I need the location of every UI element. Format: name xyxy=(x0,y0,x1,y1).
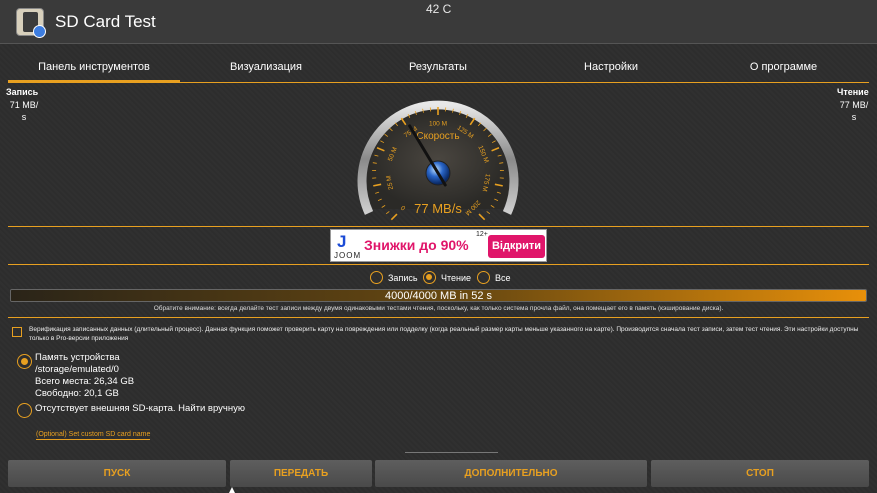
storage-name: Память устройства xyxy=(35,352,120,363)
read-value-line1: 77 MB/ xyxy=(839,100,869,110)
mouse-cursor-icon xyxy=(229,487,235,493)
cache-note: Обратите внимание: всегда делайте тест з… xyxy=(153,305,724,312)
sd-card-app-icon xyxy=(16,8,46,38)
tab-settings[interactable]: Настройки xyxy=(524,52,698,82)
app-window: SD Card Test 42 C Панель инструментов Ви… xyxy=(0,0,877,493)
read-value: 77 MB/ s xyxy=(836,99,872,123)
joom-logo-letter: J xyxy=(337,232,347,251)
mode-all-radio[interactable] xyxy=(477,271,490,284)
device-storage-radio[interactable] xyxy=(17,354,32,369)
more-button[interactable]: ДОПОЛНИТЕЛЬНО xyxy=(375,460,647,487)
send-button[interactable]: ПЕРЕДАТЬ xyxy=(230,460,372,487)
storage-path: /storage/emulated/0 xyxy=(35,364,119,375)
verification-text: Верификация записанных данных (длительны… xyxy=(29,326,859,342)
storage-free: Свободно: 20,1 GB xyxy=(35,388,119,399)
stop-button[interactable]: СТОП xyxy=(651,460,869,487)
tab-dashboard[interactable]: Панель инструментов xyxy=(8,52,180,82)
gauge-major-tick xyxy=(390,213,398,221)
mode-all-label[interactable]: Все xyxy=(495,273,511,283)
ad-open-button[interactable]: Відкрити xyxy=(488,235,545,258)
write-label: Запись xyxy=(6,87,39,97)
tab-bar: Панель инструментов Визуализация Результ… xyxy=(0,52,877,82)
gauge-value: 77 MB/s xyxy=(414,201,462,216)
temperature-readout: 42 C xyxy=(426,2,452,16)
app-title: SD Card Test xyxy=(55,12,156,31)
advertisement-banner[interactable]: J JOOM Знижки до 90% 12+ Відкрити xyxy=(330,229,547,262)
mode-write-label[interactable]: Запись xyxy=(388,273,418,283)
tab-about[interactable]: О программе xyxy=(698,52,869,82)
storage-total: Всего места: 26,34 GB xyxy=(35,376,135,387)
tab-divider xyxy=(8,82,869,83)
divider xyxy=(8,264,869,265)
mode-write-radio[interactable] xyxy=(370,271,383,284)
gauge-major-tick xyxy=(478,213,486,221)
ad-text: Знижки до 90% xyxy=(364,237,469,253)
tab-visualization[interactable]: Визуализация xyxy=(180,52,352,82)
progress-text: 4000/4000 MB in 52 s xyxy=(384,290,493,302)
device-storage-info[interactable]: Память устройства /storage/emulated/0 Вс… xyxy=(35,352,134,400)
external-sd-label[interactable]: Отсутствует внешняя SD-карта. Найти вруч… xyxy=(35,403,245,414)
external-sd-radio[interactable] xyxy=(17,403,32,418)
divider xyxy=(8,226,869,227)
write-value-line2: s xyxy=(21,112,27,122)
mode-read-label[interactable]: Чтение xyxy=(441,273,471,283)
ad-age-rating: 12+ xyxy=(476,231,488,238)
verification-checkbox[interactable] xyxy=(12,327,22,337)
ad-brand: JOOM xyxy=(334,251,362,260)
speed-gauge: 025 M50 M75 M100 M125 M150 M175 M200 M С… xyxy=(357,100,519,221)
start-button[interactable]: ПУСК xyxy=(8,460,226,487)
scroll-indicator xyxy=(405,452,498,453)
gauge-tick-label: 100 M xyxy=(429,121,447,128)
gauge-minor-tick xyxy=(385,211,390,215)
custom-sd-name-input[interactable]: (Optional) Set custom SD card name xyxy=(36,431,151,440)
mode-read-radio[interactable] xyxy=(423,271,436,284)
read-label: Чтение xyxy=(837,87,869,97)
speed-badge-icon xyxy=(33,25,46,38)
gauge-minor-tick xyxy=(486,211,491,215)
tab-results[interactable]: Результаты xyxy=(352,52,524,82)
divider xyxy=(8,317,869,318)
gauge-title: Скорость xyxy=(416,131,459,142)
write-value: 71 MB/ s xyxy=(6,99,42,123)
progress-bar: 4000/4000 MB in 52 s xyxy=(10,289,867,302)
write-value-line1: 71 MB/ xyxy=(9,100,39,110)
read-value-line2: s xyxy=(851,112,857,122)
